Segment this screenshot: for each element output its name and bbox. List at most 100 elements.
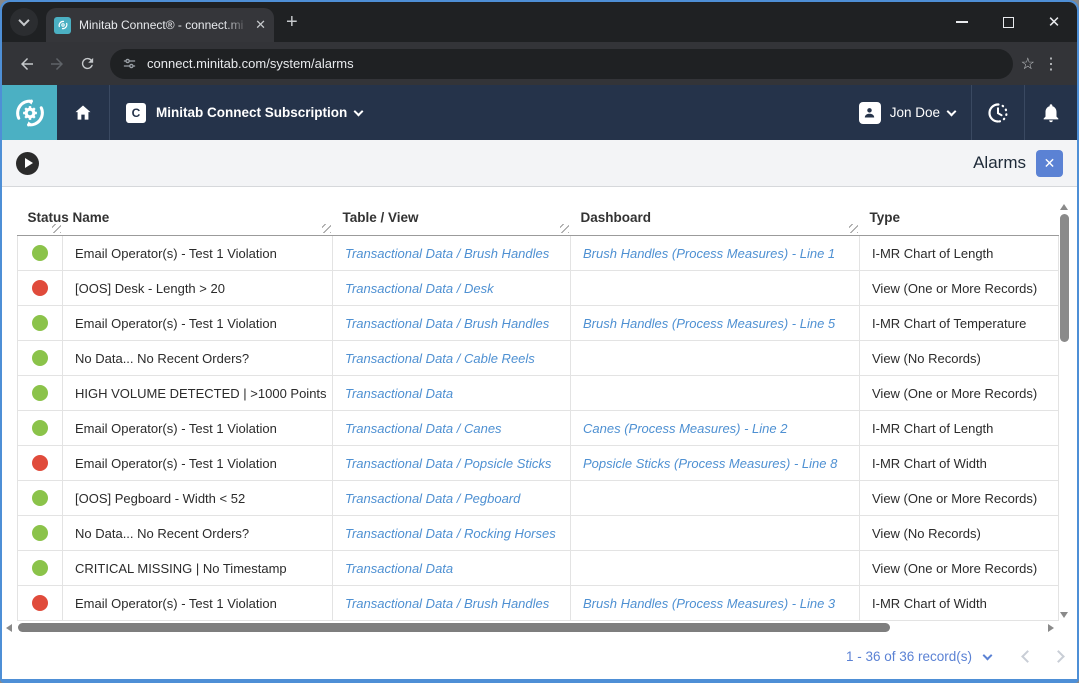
table-row[interactable]: Email Operator(s) - Test 1 Violation Tra… [18,586,1059,621]
status-dot [32,280,48,296]
user-menu[interactable]: Jon Doe [843,85,971,140]
run-button[interactable] [16,152,39,175]
table-row[interactable]: Email Operator(s) - Test 1 Violation Tra… [18,446,1059,481]
alarm-name: [OOS] Desk - Length > 20 [63,271,333,306]
dashboard-link[interactable]: Popsicle Sticks (Process Measures) - Lin… [583,456,837,471]
dashboard-link[interactable]: Brush Handles (Process Measures) - Line … [583,596,835,611]
column-header-dashboard[interactable]: Dashboard [571,202,860,236]
dashboard-link[interactable]: Brush Handles (Process Measures) - Line … [583,316,835,331]
back-button[interactable] [12,49,42,79]
subscription-badge: C [126,103,146,123]
subscription-selector[interactable]: C Minitab Connect Subscription [110,85,378,140]
bookmark-star-icon[interactable]: ☆ [1021,54,1035,74]
subscription-label: Minitab Connect Subscription [156,105,347,120]
table-view-link[interactable]: Transactional Data / Brush Handles [345,246,549,261]
alarm-name: Email Operator(s) - Test 1 Violation [63,586,333,621]
tab-close-icon[interactable]: ✕ [255,17,266,33]
notifications-button[interactable] [1025,85,1077,140]
status-dot [32,315,48,331]
scroll-down-icon[interactable] [1060,612,1068,618]
chevron-down-icon [354,106,364,116]
dashboard-link[interactable]: Brush Handles (Process Measures) - Line … [583,246,835,261]
table-view-link[interactable]: Transactional Data / Cable Reels [345,351,535,366]
window-controls: ✕ [939,2,1077,42]
scroll-right-icon[interactable] [1048,624,1054,632]
table-view-link[interactable]: Transactional Data / Canes [345,421,502,436]
table-view-link[interactable]: Transactional Data / Desk [345,281,494,296]
new-tab-button[interactable]: + [286,12,298,32]
table-view-link[interactable]: Transactional Data / Pegboard [345,491,520,506]
table-row[interactable]: CRITICAL MISSING | No Timestamp Transact… [18,551,1059,586]
browser-window: Minitab Connect® - connect.mi ✕ + ✕ conn… [0,0,1079,683]
column-header-type[interactable]: Type [860,202,1059,236]
table-view-link[interactable]: Transactional Data / Brush Handles [345,316,549,331]
app-navbar: C Minitab Connect Subscription Jon Doe [2,85,1077,140]
column-resize-handle[interactable] [52,224,61,233]
table-row[interactable]: [OOS] Desk - Length > 20 Transactional D… [18,271,1059,306]
minitab-connect-logo[interactable] [2,85,57,140]
column-header-table-view[interactable]: Table / View [333,202,571,236]
table-view-link[interactable]: Transactional Data [345,386,453,401]
reload-button[interactable] [72,49,102,79]
column-resize-handle[interactable] [322,224,331,233]
alarm-type: View (No Records) [860,516,1059,551]
user-name: Jon Doe [890,105,940,120]
forward-button[interactable] [42,49,72,79]
chevron-down-icon [947,106,957,116]
column-resize-handle[interactable] [560,224,569,233]
alarm-name: HIGH VOLUME DETECTED | >1000 Points [63,376,333,411]
table-row[interactable]: HIGH VOLUME DETECTED | >1000 Points Tran… [18,376,1059,411]
record-count[interactable]: 1 - 36 of 36 record(s) [846,649,972,664]
table-header-row: Status Name Table / View Dashboard Type [18,202,1059,236]
tab-search-button[interactable] [10,8,38,36]
status-dot [32,385,48,401]
table-row[interactable]: Email Operator(s) - Test 1 Violation Tra… [18,411,1059,446]
column-resize-handle[interactable] [849,224,858,233]
table-view-link[interactable]: Transactional Data [345,561,453,576]
status-dot [32,420,48,436]
close-panel-button[interactable]: ✕ [1036,150,1063,177]
column-header-name[interactable]: Name [63,202,333,236]
alarm-name: Email Operator(s) - Test 1 Violation [63,236,333,271]
address-bar[interactable]: connect.minitab.com/system/alarms [110,49,1013,79]
home-button[interactable] [57,85,109,140]
minimize-button[interactable] [939,2,985,42]
column-header-status[interactable]: Status [18,202,63,236]
table-row[interactable]: No Data... No Recent Orders? Transaction… [18,516,1059,551]
site-settings-icon[interactable] [122,56,137,71]
page-size-dropdown-icon[interactable] [983,650,993,660]
table-view-link[interactable]: Transactional Data / Popsicle Sticks [345,456,551,471]
table-view-link[interactable]: Transactional Data / Rocking Horses [345,526,556,541]
url-text[interactable]: connect.minitab.com/system/alarms [147,56,1001,71]
maximize-button[interactable] [985,2,1031,42]
table-view-link[interactable]: Transactional Data / Brush Handles [345,596,549,611]
browser-menu-icon[interactable]: ⋮ [1035,54,1067,74]
next-page-icon[interactable] [1052,650,1065,663]
alarm-type: View (One or More Records) [860,376,1059,411]
tab-title: Minitab Connect® - connect.mi [79,18,249,32]
panel-header: Alarms ✕ [2,140,1077,187]
table-row[interactable]: Email Operator(s) - Test 1 Violation Tra… [18,236,1059,271]
alarm-type: I-MR Chart of Length [860,236,1059,271]
table-row[interactable]: [OOS] Pegboard - Width < 52 Transactiona… [18,481,1059,516]
browser-tab[interactable]: Minitab Connect® - connect.mi ✕ [46,8,274,42]
table-row[interactable]: Email Operator(s) - Test 1 Violation Tra… [18,306,1059,341]
vertical-scrollbar[interactable] [1057,202,1072,620]
alarm-type: I-MR Chart of Temperature [860,306,1059,341]
play-icon [25,158,33,168]
alarm-name: [OOS] Pegboard - Width < 52 [63,481,333,516]
scroll-up-icon[interactable] [1060,204,1068,210]
horizontal-scrollbar[interactable] [4,621,1056,635]
previous-page-icon[interactable] [1021,650,1034,663]
minimize-icon [956,21,968,23]
alarm-type: I-MR Chart of Length [860,411,1059,446]
recent-activity-button[interactable] [972,85,1024,140]
close-window-button[interactable]: ✕ [1031,2,1077,42]
status-dot [32,595,48,611]
horizontal-scrollbar-thumb[interactable] [18,623,890,632]
dashboard-link[interactable]: Canes (Process Measures) - Line 2 [583,421,787,436]
scroll-left-icon[interactable] [6,624,12,632]
alarm-name: No Data... No Recent Orders? [63,516,333,551]
table-row[interactable]: No Data... No Recent Orders? Transaction… [18,341,1059,376]
vertical-scrollbar-thumb[interactable] [1060,214,1069,342]
